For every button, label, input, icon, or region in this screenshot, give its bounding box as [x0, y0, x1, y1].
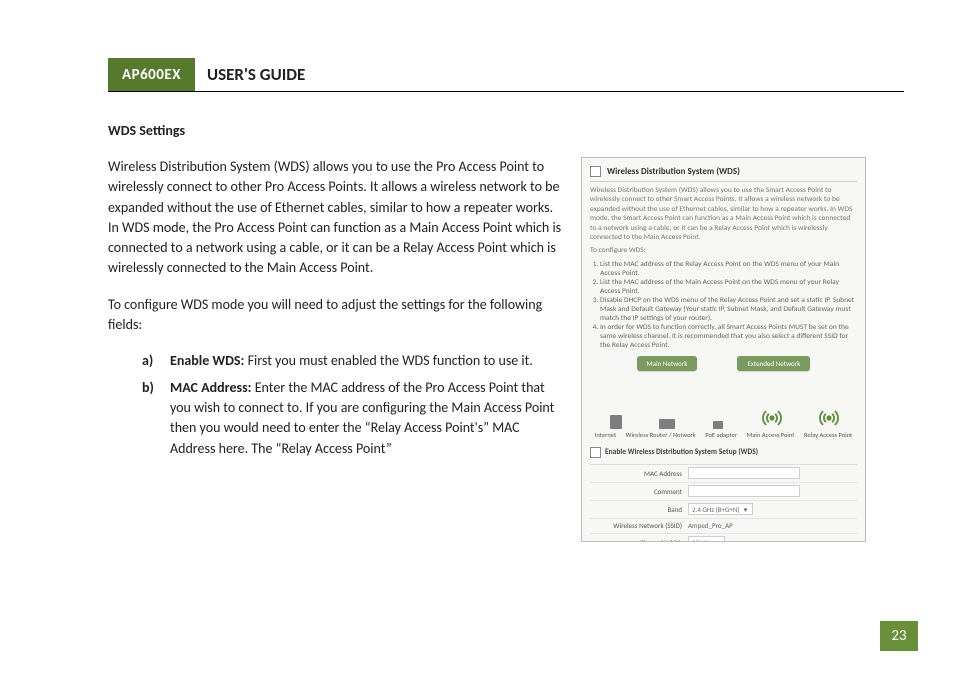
step-b: b) MAC Address: Enter the MAC address of…: [142, 378, 563, 459]
extended-network-chip: Extended Network: [737, 356, 810, 371]
section-title: WDS Settings: [108, 122, 914, 139]
document-page: AP600EX USER'S GUIDE WDS Settings Wirele…: [0, 0, 954, 673]
step-lead: Enable WDS:: [170, 352, 244, 369]
step-bullet: b): [142, 378, 160, 459]
field-label: MAC Address: [592, 469, 682, 478]
poe-icon: [698, 421, 738, 429]
main-network-chip: Main Network: [637, 356, 698, 371]
dia-label: Internet: [595, 431, 616, 439]
cfg-item: Disable DHCP on the WDS menu of the Rela…: [600, 296, 857, 323]
width-select[interactable]: 20MHz▾: [688, 536, 725, 542]
step-body: Enable WDS: First you must enabled the W…: [170, 351, 563, 371]
ssid-value: Amped_Pro_AP: [688, 521, 855, 530]
text-column: Wireless Distribution System (WDS) allow…: [108, 157, 563, 542]
step-bullet: a): [142, 351, 160, 371]
dia-label: Relay Access Point: [804, 431, 852, 439]
wds-form: MAC Address Comment Band 2.4 GHz (B+G+N)…: [590, 464, 857, 542]
relay-ap-icon: [806, 407, 852, 429]
chevron-down-icon: ▾: [743, 506, 749, 512]
page-number-badge: 23: [880, 621, 918, 651]
cfg-item: List the MAC address of the Relay Access…: [600, 260, 857, 278]
panel-blurb: Wireless Distribution System (WDS) allow…: [590, 186, 857, 242]
router-icon: [647, 419, 687, 429]
enable-wds-label: Enable Wireless Distribution System Setu…: [605, 448, 758, 457]
comment-input[interactable]: [688, 485, 800, 497]
paragraph-intro: Wireless Distribution System (WDS) allow…: [108, 157, 563, 279]
cfg-item: List the MAC address of the Main Access …: [600, 278, 857, 296]
wds-config-panel: Wireless Distribution System (WDS) Wirel…: [581, 157, 866, 542]
panel-configure-list: List the MAC address of the Relay Access…: [590, 260, 857, 350]
paragraph-instructions: To configure WDS mode you will need to a…: [108, 295, 563, 336]
step-text: First you must enabled the WDS function …: [244, 352, 532, 369]
panel-title: Wireless Distribution System (WDS): [607, 166, 740, 177]
chevron-down-icon: ▾: [715, 539, 721, 542]
collapse-icon[interactable]: [590, 166, 601, 177]
cfg-item: In order for WDS to function correctly, …: [600, 323, 857, 350]
enable-wds-checkbox[interactable]: [590, 447, 601, 458]
internet-icon: [596, 415, 636, 429]
panel-configure-heading: To configure WDS:: [590, 246, 857, 255]
step-lead: MAC Address:: [170, 379, 252, 396]
body-columns: Wireless Distribution System (WDS) allow…: [108, 157, 914, 542]
page-header: AP600EX USER'S GUIDE: [108, 58, 904, 92]
dia-label: Main Access Point: [747, 431, 795, 439]
dia-label: PoE adapter: [705, 431, 737, 439]
field-label: Comment: [592, 487, 682, 496]
field-label: Channel Width: [592, 538, 682, 542]
steps-list: a) Enable WDS: First you must enabled th…: [108, 351, 563, 458]
enable-wds-row: Enable Wireless Distribution System Setu…: [590, 447, 857, 458]
main-ap-icon: [749, 407, 795, 429]
dia-label: Wireless Router / Network: [626, 431, 696, 439]
step-a: a) Enable WDS: First you must enabled th…: [142, 351, 563, 371]
product-code-chip: AP600EX: [108, 58, 195, 91]
document-title: USER'S GUIDE: [195, 58, 317, 91]
panel-title-row: Wireless Distribution System (WDS): [590, 166, 857, 182]
field-label: Band: [592, 505, 682, 514]
field-label: Wireless Network (SSID): [592, 521, 682, 530]
topology-diagram: Main Network Extended Network: [590, 356, 857, 439]
mac-input[interactable]: [688, 467, 800, 479]
step-body: MAC Address: Enter the MAC address of th…: [170, 378, 563, 459]
band-select[interactable]: 2.4 GHz (B+G+N)▾: [688, 503, 753, 515]
